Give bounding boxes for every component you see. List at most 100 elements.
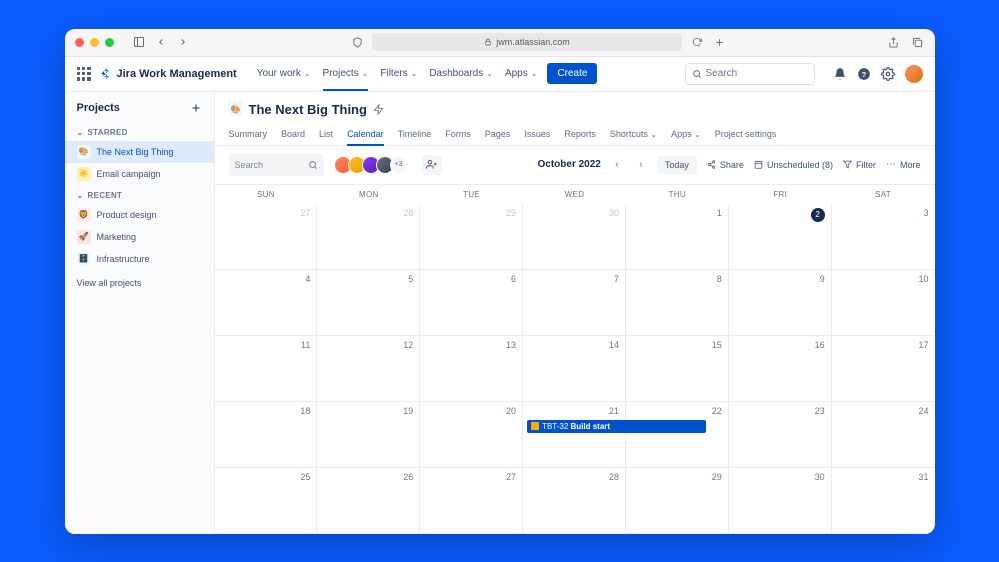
notifications-icon[interactable]	[833, 67, 847, 81]
calendar-cell[interactable]: 18	[215, 402, 318, 468]
calendar-cell[interactable]: 30	[729, 468, 832, 534]
tabs-icon[interactable]	[911, 35, 925, 49]
calendar-cell[interactable]: 24	[832, 402, 935, 468]
nav-apps[interactable]: Apps⌄	[505, 64, 538, 83]
forward-icon[interactable]	[176, 35, 190, 49]
maximize-window[interactable]	[105, 38, 114, 47]
tab-issues[interactable]: Issues	[524, 123, 550, 145]
nav-dashboards[interactable]: Dashboards⌄	[429, 64, 493, 83]
cell-date: 30	[529, 208, 619, 218]
calendar-cell[interactable]: 7	[523, 270, 626, 336]
add-people-button[interactable]	[422, 155, 442, 175]
tab-project-settings[interactable]: Project settings	[715, 123, 777, 145]
global-search[interactable]: Search	[685, 63, 815, 85]
url-bar[interactable]: jwm.atlassian.com	[372, 33, 682, 51]
tab-calendar[interactable]: Calendar	[347, 123, 384, 145]
new-tab-icon[interactable]	[712, 35, 726, 49]
product-logo[interactable]: Jira Work Management	[101, 68, 237, 80]
help-icon[interactable]: ?	[857, 67, 871, 81]
app-switcher-icon[interactable]	[77, 67, 91, 81]
calendar-cell[interactable]: 9	[729, 270, 832, 336]
calendar-cell[interactable]: 27	[420, 468, 523, 534]
nav-projects[interactable]: Projects⌄	[323, 64, 369, 83]
calendar-cell[interactable]: 3	[832, 204, 935, 270]
sidebar-item-infrastructure[interactable]: 🗄️Infrastructure	[65, 248, 214, 270]
calendar-cell[interactable]: 15	[626, 336, 729, 402]
sidebar-toggle-icon[interactable]	[132, 35, 146, 49]
tab-apps[interactable]: Apps ⌄	[671, 123, 701, 145]
calendar-cell[interactable]: 23	[729, 402, 832, 468]
calendar-cell[interactable]: 1	[626, 204, 729, 270]
chevron-down-icon: ⌄	[77, 128, 84, 137]
create-button[interactable]: Create	[547, 63, 597, 84]
tab-shortcuts[interactable]: Shortcuts ⌄	[610, 123, 657, 145]
settings-icon[interactable]	[881, 67, 895, 81]
next-month-button[interactable]: ›	[633, 157, 649, 173]
calendar-cell[interactable]: 12	[317, 336, 420, 402]
calendar-cell[interactable]: 13	[420, 336, 523, 402]
weekday-header: TUE	[420, 185, 523, 204]
calendar-cell[interactable]: 2	[729, 204, 832, 270]
calendar-cell[interactable]: 14	[523, 336, 626, 402]
share-icon[interactable]	[887, 35, 901, 49]
calendar-cell[interactable]: 29	[420, 204, 523, 270]
view-all-projects[interactable]: View all projects	[65, 270, 214, 296]
calendar-search[interactable]: Search	[229, 154, 324, 176]
tab-summary[interactable]: Summary	[229, 123, 268, 145]
calendar-cell[interactable]: 30	[523, 204, 626, 270]
sidebar-item-the-next-big-thing[interactable]: 🎨The Next Big Thing	[65, 141, 214, 163]
calendar-cell[interactable]: 19	[317, 402, 420, 468]
share-button[interactable]: Share	[707, 160, 744, 170]
filter-button[interactable]: Filter	[843, 160, 876, 170]
calendar-cell[interactable]: 29	[626, 468, 729, 534]
tab-forms[interactable]: Forms	[445, 123, 471, 145]
more-button[interactable]: ⋯ More	[886, 159, 921, 170]
calendar-event[interactable]: TBT-32 Build start	[527, 420, 706, 433]
reload-icon[interactable]	[690, 35, 704, 49]
calendar-cell[interactable]: 20	[420, 402, 523, 468]
cell-date: 9	[735, 274, 825, 284]
nav-filters[interactable]: Filters⌄	[380, 64, 417, 83]
today-button[interactable]: Today	[657, 156, 697, 174]
nav-your-work[interactable]: Your work⌄	[257, 64, 311, 83]
back-icon[interactable]	[154, 35, 168, 49]
tab-reports[interactable]: Reports	[564, 123, 596, 145]
calendar-cell[interactable]: 11	[215, 336, 318, 402]
automation-icon[interactable]	[373, 104, 384, 115]
sidebar-section-recent[interactable]: ⌄RECENT	[65, 185, 214, 204]
shield-icon[interactable]	[350, 35, 364, 49]
calendar-cell[interactable]: 28	[317, 204, 420, 270]
sidebar-item-product-design[interactable]: 🦁Product design	[65, 204, 214, 226]
sidebar-item-email-campaign[interactable]: ☀️Email campaign	[65, 163, 214, 185]
calendar-cell[interactable]: 10	[832, 270, 935, 336]
calendar-cell[interactable]: 4	[215, 270, 318, 336]
calendar-cell[interactable]: 16	[729, 336, 832, 402]
minimize-window[interactable]	[90, 38, 99, 47]
calendar-cell[interactable]: 25	[215, 468, 318, 534]
tab-timeline[interactable]: Timeline	[398, 123, 432, 145]
cell-date: 20	[426, 406, 516, 416]
tab-list[interactable]: List	[319, 123, 333, 145]
sidebar-section-starred[interactable]: ⌄STARRED	[65, 122, 214, 141]
tab-pages[interactable]: Pages	[485, 123, 511, 145]
calendar-cell[interactable]: 22	[626, 402, 729, 468]
calendar-cell[interactable]: 5	[317, 270, 420, 336]
calendar-cell[interactable]: 26	[317, 468, 420, 534]
calendar-cell[interactable]: 17	[832, 336, 935, 402]
calendar-cell[interactable]: 28	[523, 468, 626, 534]
calendar-cell[interactable]: 31	[832, 468, 935, 534]
calendar-cell[interactable]: 6	[420, 270, 523, 336]
assignee-avatars[interactable]: +3	[334, 156, 408, 174]
sidebar-item-marketing[interactable]: 🚀Marketing	[65, 226, 214, 248]
calendar-cell[interactable]: 27	[215, 204, 318, 270]
unscheduled-button[interactable]: Unscheduled (8)	[754, 160, 833, 170]
cell-date: 21	[529, 406, 619, 416]
add-project-icon[interactable]	[190, 102, 202, 114]
avatar-overflow[interactable]: +3	[390, 156, 408, 174]
prev-month-button[interactable]: ‹	[609, 157, 625, 173]
tab-board[interactable]: Board	[281, 123, 305, 145]
close-window[interactable]	[75, 38, 84, 47]
calendar-cell[interactable]: 8	[626, 270, 729, 336]
calendar-cell[interactable]: 21TBT-32 Build start	[523, 402, 626, 468]
user-avatar[interactable]	[905, 65, 923, 83]
